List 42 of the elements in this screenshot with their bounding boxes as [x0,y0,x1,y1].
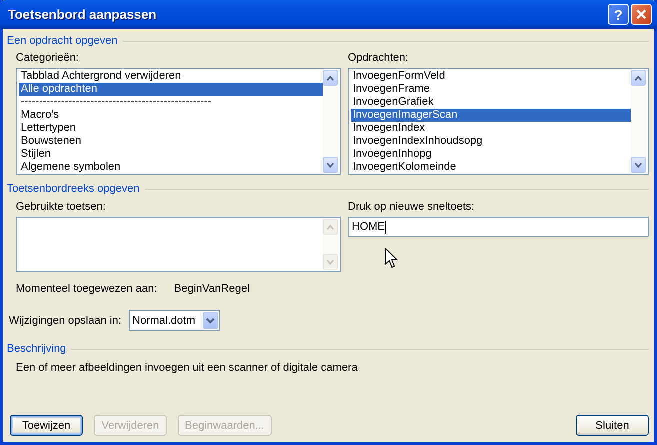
keys-list-box[interactable] [16,217,341,272]
field-label: Wijzigingen opslaan in: [9,314,122,326]
list-box[interactable]: Tabblad Achtergrond verwijderen Alle opdrachten ---------------------------------------------------- Macro's Lettertypen Bouwstenen Stijlen Algemene symbolen [16,68,341,175]
list-item[interactable]: InvoegenInhopg [351,148,631,161]
dialog-button[interactable]: Sluiten [576,415,649,436]
scrollbar[interactable] [631,70,647,173]
list-box[interactable]: InvoegenFormVeld InvoegenFrame InvoegenGrafiek InvoegenImagerScan InvoegenIndex InvoegenIndexInhoudsopg InvoegenInhopg InvoegenKolomeinde [348,68,649,175]
list-item[interactable]: InvoegenIndex [351,122,631,135]
list-item[interactable]: InvoegenKolomeinde [351,161,631,173]
mouse-pointer-icon [385,248,398,269]
window-title: Toetsenbord aanpassen [8,7,158,22]
list-item[interactable]: Tabblad Achtergrond verwijderen [19,70,323,83]
list-item[interactable]: InvoegenFrame [351,83,631,96]
group-title: Toetsenbordreeks opgeven [7,183,140,195]
group-title: Beschrijving [7,343,66,355]
template-dropdown[interactable]: Normal.dotm [128,310,220,331]
close-icon [636,9,647,20]
list-item[interactable]: Lettertypen [19,122,323,135]
scrollbar[interactable] [323,70,339,173]
close-button[interactable] [631,4,652,25]
field-label: Momenteel toegewezen aan: [16,283,158,295]
list-item[interactable]: Algemene symbolen [19,161,323,173]
list-item[interactable]: ---------------------------------------------------- [19,96,323,109]
shortcut-input-field[interactable]: HOME [348,217,649,237]
field-label: Gebruikte toetsen: [16,201,107,214]
list-item[interactable]: Stijlen [19,148,323,161]
list-item[interactable]: Bouwstenen [19,135,323,148]
list-item[interactable]: Macro's [19,109,323,122]
list-item[interactable]: InvoegenImagerScan [351,109,631,122]
help-button[interactable]: ? [608,4,629,25]
list-item[interactable]: InvoegenGrafiek [351,96,631,109]
field-label: Druk op nieuwe sneltoets: [348,201,476,214]
caret-icon[interactable] [206,318,215,324]
field-label: Categorieën: [16,52,80,65]
assigned-command: BeginVanRegel [174,283,250,295]
group-title: Een opdracht opgeven [7,35,118,47]
list-item[interactable]: InvoegenIndexInhoudsopg [351,135,631,148]
description-text: Een of meer afbeeldingen invoegen uit een scanner of digitale camera [16,362,358,374]
list-item[interactable]: InvoegenFormVeld [351,70,631,83]
field-label: Opdrachten: [348,52,410,65]
dialog-button[interactable]: Toewijzen [10,415,83,436]
list-item[interactable]: Alle opdrachten [19,83,323,96]
